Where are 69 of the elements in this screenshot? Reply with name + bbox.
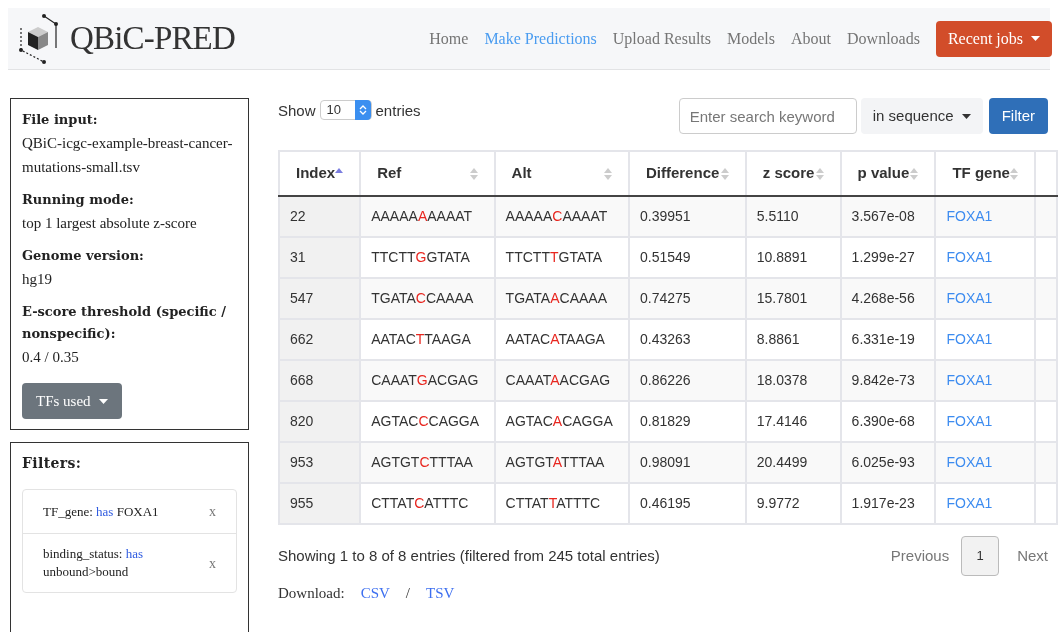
field-value: 0.4 / 0.35 bbox=[22, 348, 80, 367]
field-value: QBiC-icgc-example-breast-cancer-mutations-small.tsv bbox=[22, 134, 234, 177]
filter-button[interactable]: Filter bbox=[988, 98, 1048, 134]
page-button[interactable]: 1 bbox=[961, 536, 1000, 576]
nav-link[interactable]: Downloads bbox=[847, 26, 920, 51]
table-cell: 0.46195 bbox=[628, 483, 746, 524]
table-info-text: Showing 1 to 8 of 8 entries (filtered from 245 total entries) bbox=[278, 545, 660, 566]
table-cell: 662 bbox=[279, 319, 361, 360]
table-cell: 668 bbox=[279, 360, 361, 401]
nav-link[interactable]: Upload Results bbox=[612, 26, 711, 51]
gene-link[interactable]: FOXA1 bbox=[946, 495, 993, 511]
nav-link[interactable]: Models bbox=[727, 26, 775, 51]
caret-icon bbox=[1031, 36, 1040, 41]
field-label: File input: bbox=[22, 111, 99, 129]
field-label: Genome version: bbox=[22, 247, 145, 265]
table-cell: 547 bbox=[279, 278, 361, 319]
field-value: top 1 largest absolute z-score bbox=[22, 214, 198, 233]
scope-dropdown[interactable]: in sequence bbox=[860, 98, 983, 134]
field-label: Running mode: bbox=[22, 191, 135, 209]
nav-link[interactable]: Home bbox=[429, 26, 469, 51]
site-logo-text[interactable]: QBiC-PRED bbox=[70, 13, 235, 64]
table-cell: 9.9772 bbox=[745, 483, 841, 524]
download-label: Download: bbox=[278, 584, 345, 603]
show-label: Show bbox=[278, 101, 316, 121]
sort-icon[interactable] bbox=[910, 166, 919, 181]
previous-link[interactable]: Previous bbox=[878, 544, 962, 568]
download-link[interactable]: TSV bbox=[426, 582, 455, 605]
field-value: hg19 bbox=[22, 270, 53, 289]
gene-link[interactable]: FOXA1 bbox=[946, 249, 993, 265]
remove-filter-button[interactable]: x bbox=[209, 552, 216, 574]
caret-icon bbox=[961, 113, 971, 119]
remove-filter-button[interactable]: x bbox=[209, 501, 216, 522]
gene-link[interactable]: FOXA1 bbox=[946, 413, 993, 429]
filter-text: TF_gene: has FOXA1 bbox=[43, 502, 160, 521]
table-cell: CTTATCATTTC bbox=[360, 483, 495, 524]
download-link[interactable]: CSV bbox=[360, 582, 390, 605]
table-cell: CTTATTATTTC bbox=[494, 483, 629, 524]
gene-link[interactable]: FOXA1 bbox=[946, 331, 993, 347]
separator-text: / bbox=[405, 584, 411, 603]
sort-icon[interactable] bbox=[815, 166, 824, 181]
column-header[interactable]: Index bbox=[279, 151, 361, 196]
sort-icon[interactable] bbox=[720, 166, 729, 181]
page-size-select[interactable]: 10 bbox=[319, 100, 372, 120]
nav-link[interactable]: About bbox=[791, 26, 831, 51]
sort-icon[interactable] bbox=[469, 166, 478, 181]
next-link[interactable]: Next bbox=[999, 544, 1048, 568]
nav-link[interactable]: Make Predictions bbox=[484, 26, 597, 51]
gene-link[interactable]: FOXA1 bbox=[946, 454, 993, 470]
filters-title: Filters: bbox=[22, 454, 83, 473]
table-cell: 1.917e-23 bbox=[840, 483, 936, 524]
recent-jobs-button[interactable]: Recent jobs bbox=[935, 20, 1052, 57]
table-cell: 31 bbox=[279, 237, 361, 278]
gene-link[interactable]: FOXA1 bbox=[946, 372, 993, 388]
sort-icon[interactable] bbox=[1010, 166, 1019, 181]
table-cell: 820 bbox=[279, 401, 361, 442]
table-cell: 22 bbox=[279, 196, 361, 237]
stepper-icon bbox=[358, 104, 367, 116]
sort-icon[interactable] bbox=[603, 166, 612, 181]
filter-text: binding_status: has unbound>bound bbox=[43, 545, 145, 581]
search-field[interactable]: Enter search keyword bbox=[678, 98, 857, 134]
table-cell: 955 bbox=[279, 483, 361, 524]
cube-logo-icon bbox=[16, 13, 58, 64]
gene-link[interactable]: FOXA1 bbox=[946, 290, 993, 306]
field-label: E-score threshold (specific / nonspecific): bbox=[22, 303, 227, 343]
entries-label: entries bbox=[375, 101, 421, 121]
table-cell: 953 bbox=[279, 442, 361, 483]
caret-icon bbox=[98, 398, 108, 404]
tfs-used-button[interactable]: TFs used bbox=[22, 383, 122, 419]
gene-link[interactable]: FOXA1 bbox=[946, 208, 993, 224]
